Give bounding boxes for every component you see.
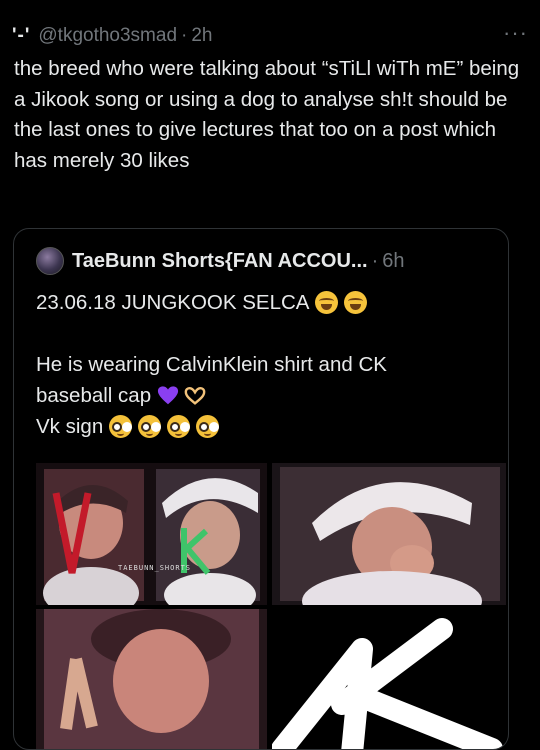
quoted-line-cap: baseball cap	[36, 380, 496, 411]
cap-caption: baseball cap	[36, 384, 152, 407]
purple-heart-icon	[158, 385, 179, 404]
quoted-line-vk: Vk sign	[36, 411, 496, 442]
more-options-icon[interactable]: ···	[503, 21, 528, 45]
media-photo-2[interactable]	[272, 463, 506, 605]
media-grid[interactable]: TAEBUNN_SHORTS	[36, 463, 506, 749]
avatar[interactable]	[36, 247, 64, 275]
quoted-line-title: 23.06.18 JUNGKOOK SELCA	[36, 287, 496, 318]
vk-caption: Vk sign	[36, 415, 104, 438]
tweet-header: '-' @tkgotho3smad · 2h ···	[12, 21, 528, 51]
author-handle[interactable]: @tkgotho3smad	[38, 25, 177, 47]
media-photo-1[interactable]: TAEBUNN_SHORTS	[36, 463, 267, 605]
quoted-tweet-text: 23.06.18 JUNGKOOK SELCA He is wearing Ca…	[36, 287, 496, 442]
pleading-face-icon	[109, 415, 133, 438]
loudly-crying-face-icon	[315, 291, 339, 314]
tweet-timestamp[interactable]: 2h	[191, 25, 212, 47]
quoted-tweet-header: TaeBunn Shorts{FAN ACCOU... · 6h	[36, 245, 498, 277]
quoted-tweet-timestamp[interactable]: 6h	[382, 250, 404, 273]
author-display-name[interactable]: '-'	[12, 25, 30, 47]
quoted-author-name[interactable]: TaeBunn Shorts{FAN ACCOU...	[72, 250, 368, 273]
media-photo-3[interactable]	[36, 609, 267, 749]
shirt-caption: He is wearing CalvinKlein shirt and CK	[36, 353, 387, 376]
pleading-face-icon	[138, 415, 162, 438]
quoted-tweet-card[interactable]: TaeBunn Shorts{FAN ACCOU... · 6h 23.06.1…	[13, 228, 509, 750]
separator-dot: ·	[371, 249, 379, 272]
pleading-face-icon	[196, 415, 220, 438]
loudly-crying-face-icon	[344, 291, 368, 314]
tweet-text: the breed who were talking about “sTiLl …	[14, 57, 520, 172]
selca-caption: 23.06.18 JUNGKOOK SELCA	[36, 291, 310, 314]
media-photo-4[interactable]	[272, 609, 506, 749]
quoted-line-shirt: He is wearing CalvinKlein shirt and CK	[36, 349, 496, 380]
separator-dot: ·	[181, 25, 188, 46]
image-watermark: TAEBUNN_SHORTS	[118, 564, 192, 572]
heart-hands-icon	[184, 386, 206, 405]
pleading-face-icon	[167, 415, 191, 438]
